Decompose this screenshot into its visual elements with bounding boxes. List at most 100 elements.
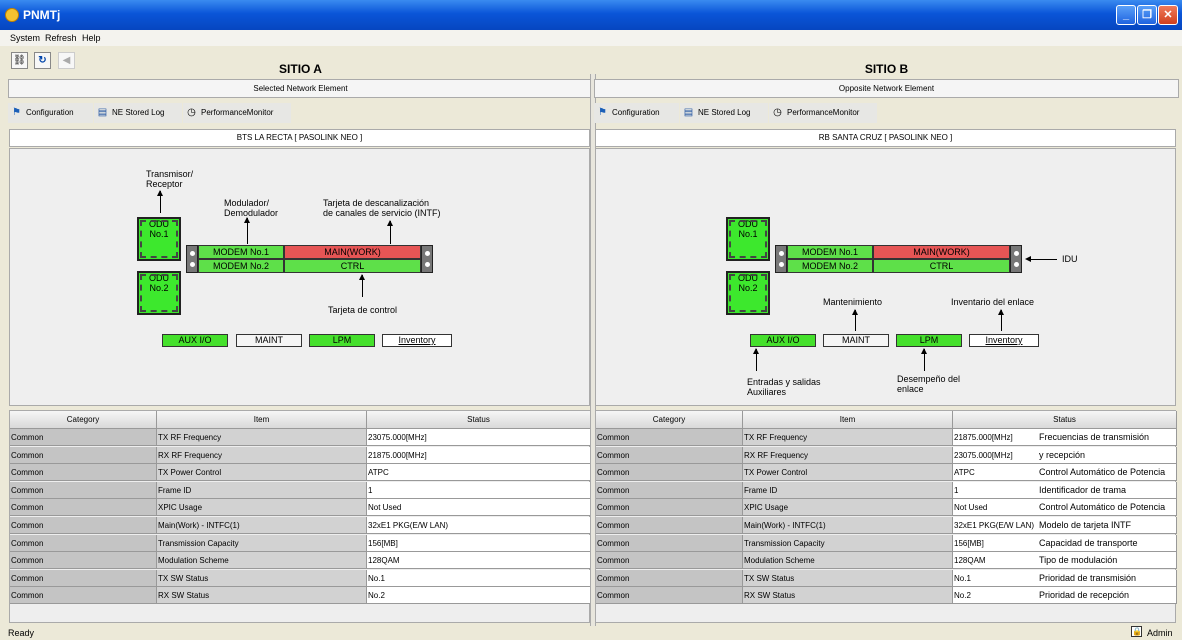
status-cell: Not Used <box>367 499 591 517</box>
site-title: SITIO B <box>864 62 909 76</box>
minimize-button[interactable]: _ <box>1116 5 1136 25</box>
menu-refresh[interactable]: Refresh <box>45 33 77 43</box>
table-row[interactable]: Common TX RF Frequency 23075.000[MHz] <box>10 429 591 446</box>
entradas-annotation: Entradas y salidas Auxiliares <box>747 377 821 397</box>
table-row[interactable]: Common Modulation Scheme 128QAM <box>10 552 591 570</box>
modem-1[interactable]: MODEM No.1 <box>198 245 284 259</box>
category-cell: Common <box>596 499 743 517</box>
status-annotation: Capacidad de transporte <box>1039 537 1138 548</box>
status-cell: 21875.000[MHz] Frecuencias de transmisión <box>953 429 1177 446</box>
category-cell: Common <box>596 587 743 605</box>
item-cell: XPIC Usage <box>157 499 367 517</box>
mantenimiento-annotation: Mantenimiento <box>823 297 883 307</box>
modem-2[interactable]: MODEM No.2 <box>198 259 284 273</box>
status-annotation: Modelo de tarjeta INTF <box>1039 520 1132 530</box>
table-row[interactable]: Common RX SW Status No.2 <box>10 587 591 605</box>
table-row[interactable]: Common Transmission Capacity 156[MB] Capaci… <box>596 534 1177 552</box>
table-icon: ▤ <box>683 107 694 118</box>
tab-bar: ⚑ Configuration ▤ NE Stored Log ◷ Performan… <box>8 100 593 126</box>
column-header-item[interactable]: Item <box>157 411 367 429</box>
item-cell: RX RF Frequency <box>743 446 953 464</box>
site-a-panel: SITIO A Selected Network Element ⚑ Config… <box>8 60 593 626</box>
tab-configuration[interactable]: ⚑ Configuration <box>8 103 93 123</box>
odu-2[interactable]: ODU No.2 <box>137 271 181 315</box>
tab-configuration[interactable]: ⚑ Configuration <box>594 103 679 123</box>
table-row[interactable]: Common Frame ID 1 <box>10 481 591 499</box>
status-cell: No.2 <box>367 587 591 605</box>
column-header-status[interactable]: Status <box>367 411 591 429</box>
site-title: SITIO A <box>279 62 322 76</box>
category-cell: Common <box>10 587 157 605</box>
table-row[interactable]: Common RX SW Status No.2 Prioridad de recep… <box>596 587 1177 605</box>
ctrl-card[interactable]: CTRL <box>873 259 1010 273</box>
column-header-category[interactable]: Category <box>10 411 157 429</box>
aux-io-button[interactable]: AUX I/O <box>162 334 228 347</box>
maint-button[interactable]: MAINT <box>823 334 889 347</box>
modem-1[interactable]: MODEM No.1 <box>787 245 873 259</box>
table-row[interactable]: Common TX SW Status No.1 <box>10 569 591 587</box>
main-work-card[interactable]: MAIN(WORK) <box>284 245 421 259</box>
status-annotation: y recepción <box>1039 449 1086 460</box>
table-row[interactable]: Common TX RF Frequency 21875.000[MHz] Frecu… <box>596 429 1177 446</box>
tab-performance-monitor[interactable]: ◷ PerformanceMonitor <box>183 103 291 123</box>
item-cell: Main(Work) - INTFC(1) <box>157 517 367 534</box>
item-cell: Transmission Capacity <box>157 534 367 552</box>
tab-performance-monitor[interactable]: ◷ PerformanceMonitor <box>769 103 877 123</box>
category-cell: Common <box>596 481 743 499</box>
inventory-button[interactable]: Inventory <box>382 334 452 347</box>
aux-io-button[interactable]: AUX I/O <box>750 334 816 347</box>
inventory-button[interactable]: Inventory <box>969 334 1039 347</box>
table-row[interactable]: Common RX RF Frequency 23075.000[MHz] y rec… <box>596 446 1177 464</box>
status-table: Category Item Status Common TX RF Frequen… <box>595 410 1177 623</box>
lpm-button[interactable]: LPM <box>896 334 962 347</box>
status-cell: 156[MB] Capacidad de transporte <box>953 534 1177 552</box>
item-cell: RX SW Status <box>157 587 367 605</box>
arrow <box>359 274 365 297</box>
table-row[interactable]: Common Transmission Capacity 156[MB] <box>10 534 591 552</box>
maximize-button[interactable]: ❐ <box>1137 5 1157 25</box>
tab-ne-stored-log[interactable]: ▤ NE Stored Log <box>680 103 768 123</box>
table-row[interactable]: Common XPIC Usage Not Used <box>10 499 591 517</box>
table-row[interactable]: Common TX SW Status No.1 Prioridad de trans… <box>596 569 1177 587</box>
close-button[interactable]: ✕ <box>1158 5 1178 25</box>
status-cell: 32xE1 PKG(E/W LAN) <box>367 517 591 534</box>
table-row[interactable]: Common Modulation Scheme 128QAM Tipo de mod… <box>596 552 1177 570</box>
status-text: Ready <box>8 628 35 638</box>
arrow <box>1025 256 1057 262</box>
table-row[interactable]: Common Main(Work) - INTFC(1) 32xE1 PKG(E/W… <box>10 517 591 534</box>
status-cell: ATPC <box>367 464 591 482</box>
column-header-category[interactable]: Category <box>596 411 743 429</box>
status-cell: 21875.000[MHz] <box>367 446 591 464</box>
maint-button[interactable]: MAINT <box>236 334 302 347</box>
menu-help[interactable]: Help <box>82 33 101 43</box>
table-row[interactable]: Common TX Power Control ATPC <box>10 464 591 482</box>
main-work-card[interactable]: MAIN(WORK) <box>873 245 1010 259</box>
column-header-status[interactable]: Status <box>953 411 1177 429</box>
odu-1[interactable]: ODU No.1 <box>726 217 770 261</box>
lpm-button[interactable]: LPM <box>309 334 375 347</box>
table-row[interactable]: Common RX RF Frequency 21875.000[MHz] <box>10 446 591 464</box>
clock-icon: ◷ <box>773 107 782 118</box>
item-cell: TX Power Control <box>157 464 367 482</box>
ctrl-card[interactable]: CTRL <box>284 259 421 273</box>
category-cell: Common <box>10 534 157 552</box>
table-row[interactable]: Common TX Power Control ATPC Control Automá… <box>596 464 1177 482</box>
modem-2[interactable]: MODEM No.2 <box>787 259 873 273</box>
item-cell: Modulation Scheme <box>157 552 367 570</box>
table-row[interactable]: Common Frame ID 1 Identificador de trama <box>596 481 1177 499</box>
menu-system[interactable]: System <box>10 33 40 43</box>
selected-ne-label: Selected Network Element <box>8 79 593 98</box>
status-cell: 1 <box>367 481 591 499</box>
odu-1[interactable]: ODU No.1 <box>137 217 181 261</box>
tab-ne-stored-log[interactable]: ▤ NE Stored Log <box>94 103 182 123</box>
column-header-item[interactable]: Item <box>743 411 953 429</box>
table-icon: ▤ <box>97 107 108 118</box>
table-row[interactable]: Common Main(Work) - INTFC(1) 32xE1 PKG(E/W… <box>596 517 1177 534</box>
desempeno-annotation: Desempeño del enlace <box>897 374 961 394</box>
window-title: PNMTj <box>23 8 61 22</box>
status-annotation: Prioridad de recepción <box>1039 590 1130 601</box>
table-row[interactable]: Common XPIC Usage Not Used Control Automáti… <box>596 499 1177 517</box>
odu-2[interactable]: ODU No.2 <box>726 271 770 315</box>
item-cell: Frame ID <box>743 481 953 499</box>
arrow <box>244 217 250 244</box>
